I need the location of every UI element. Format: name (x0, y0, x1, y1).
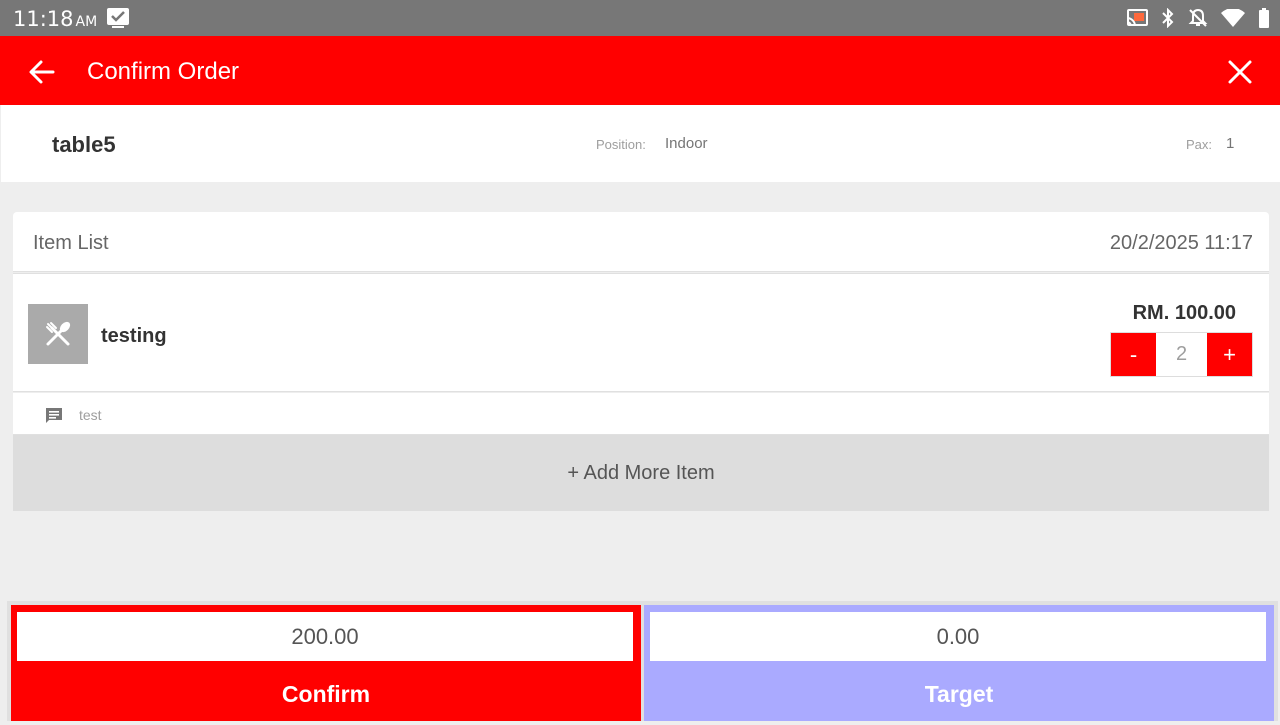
list-item: testing RM. 100.00 - 2 + (13, 273, 1269, 392)
increment-button[interactable]: + (1207, 333, 1252, 376)
order-datetime: 20/2/2025 11:17 (1109, 232, 1253, 254)
bottom-action-bar: Confirm Target (7, 601, 1278, 721)
app-bar: Confirm Order (0, 36, 1280, 105)
wifi-icon (1221, 9, 1245, 27)
item-note-row[interactable]: test (13, 393, 1269, 435)
position-label: Position: (596, 137, 646, 152)
item-list-card: Item List 20/2/2025 11:17 testing RM. 10… (13, 212, 1269, 511)
status-time: 11:18 AM (13, 7, 97, 31)
item-thumbnail (28, 304, 88, 364)
target-panel: Target (644, 605, 1274, 721)
item-note-text: test (79, 407, 102, 423)
notifications-off-icon (1188, 8, 1208, 27)
battery-icon (1259, 8, 1269, 28)
bluetooth-icon (1162, 8, 1174, 28)
status-time-ampm: AM (75, 14, 98, 30)
table-name: table5 (52, 132, 116, 157)
target-amount-field[interactable] (650, 612, 1266, 661)
add-more-item-button[interactable]: + Add More Item (13, 435, 1269, 511)
task-check-icon (107, 8, 129, 28)
pax-label: Pax: (1186, 137, 1213, 152)
confirm-amount-field[interactable] (17, 612, 633, 661)
close-icon[interactable] (1226, 58, 1254, 86)
utensils-icon (46, 321, 71, 346)
pax-value: 1 (1226, 135, 1235, 152)
status-icons (1126, 7, 1270, 29)
arrow-left-icon[interactable] (26, 56, 58, 88)
table-info: table5 Position: Indoor Pax: 1 (1, 105, 1280, 182)
comment-icon (46, 408, 62, 423)
quantity-stepper: - 2 + (1110, 332, 1253, 377)
status-bar: 11:18 AM (0, 0, 1280, 36)
confirm-panel: Confirm (11, 605, 641, 721)
item-price: RM. 100.00 (1132, 302, 1236, 324)
cast-icon (1126, 9, 1148, 27)
item-list-header: Item List 20/2/2025 11:17 (13, 212, 1269, 272)
decrement-button[interactable]: - (1111, 333, 1156, 376)
quantity-value[interactable]: 2 (1156, 333, 1207, 376)
item-list-title: Item List (33, 232, 109, 254)
status-time-value: 11:18 (13, 7, 74, 31)
item-name: testing (101, 325, 167, 347)
target-button[interactable]: Target (644, 681, 1274, 708)
page-title: Confirm Order (87, 58, 240, 85)
position-value: Indoor (665, 135, 708, 152)
confirm-button[interactable]: Confirm (11, 681, 641, 708)
